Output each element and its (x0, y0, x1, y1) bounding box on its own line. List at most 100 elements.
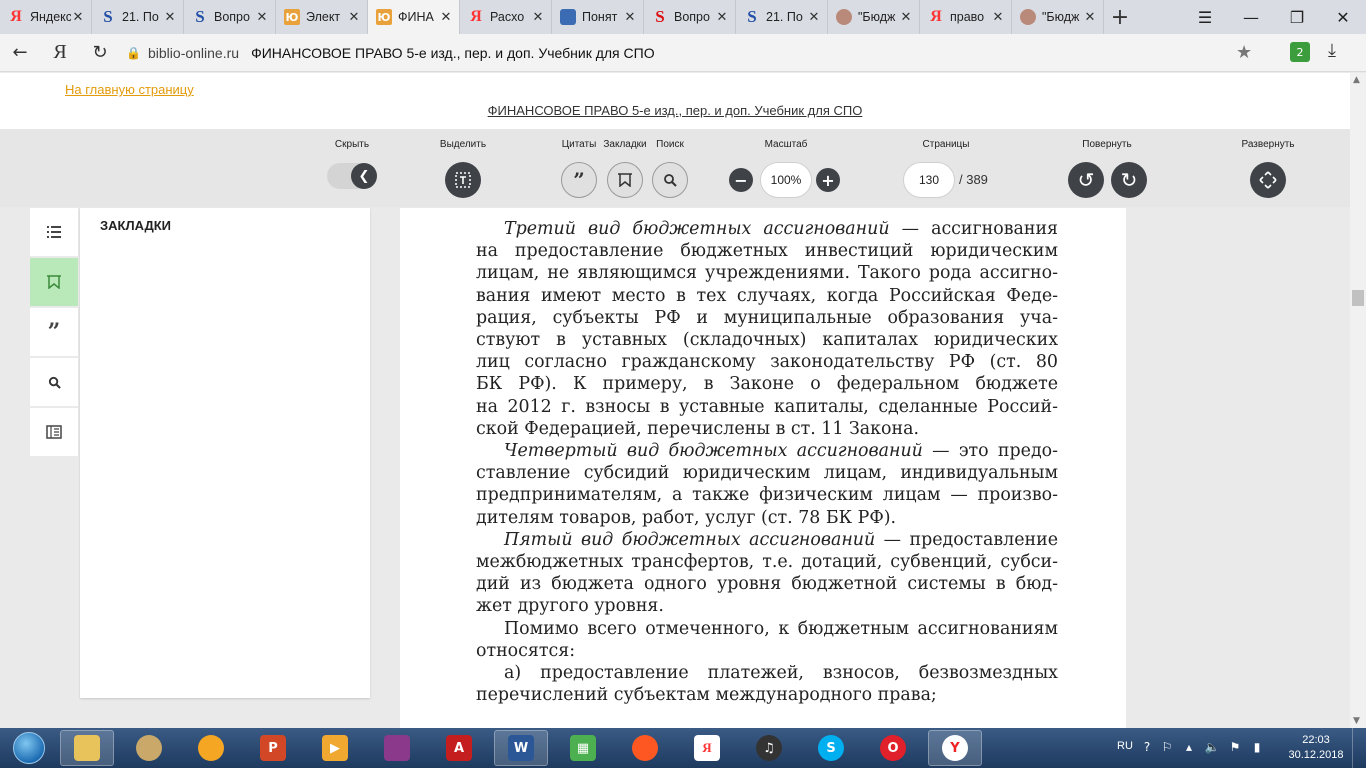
zoom-in-button[interactable]: + (816, 168, 840, 192)
zoom-input[interactable]: 100% (760, 162, 812, 198)
browser-tab[interactable]: "Бюдж ✕ (828, 0, 920, 34)
tab-close-icon[interactable]: ✕ (163, 10, 177, 25)
bookmark-star-icon[interactable]: ★ (1236, 42, 1252, 63)
reader-toolbar: Скрыть Выделить Цитаты Закладки Поиск Ма… (0, 129, 1350, 207)
select-text-button[interactable] (445, 162, 481, 198)
tab-close-icon[interactable]: ✕ (439, 10, 453, 25)
taskbar-pdf[interactable]: A (432, 730, 486, 766)
extension-icon[interactable]: 2 (1290, 42, 1310, 62)
taskbar-opera[interactable]: O (866, 730, 920, 766)
tab-close-icon[interactable]: ✕ (347, 10, 361, 25)
browser-tab[interactable]: Яправо ✕ (920, 0, 1012, 34)
quotes-button[interactable]: ” (561, 162, 597, 198)
show-desktop-button[interactable] (1352, 728, 1366, 768)
address-domain[interactable]: biblio-online.ru (148, 45, 239, 61)
hide-panel-toggle[interactable]: ❮ (327, 163, 377, 189)
scroll-down-icon[interactable]: ▼ (1353, 716, 1360, 726)
side-quotes-button[interactable]: ” (30, 308, 78, 356)
tab-favicon-icon (560, 9, 576, 25)
language-indicator[interactable]: RU (1117, 740, 1133, 752)
tab-close-icon[interactable]: ✕ (623, 10, 637, 25)
browser-tab[interactable]: S 21. По ✕ (92, 0, 184, 34)
reload-icon[interactable]: ↻ (80, 34, 120, 72)
headphones-icon: ♫ (756, 735, 782, 761)
chevron-left-icon: ❮ (351, 163, 377, 189)
text-line: Помимо всего отмеченного, к бюджетным ас… (504, 618, 1058, 639)
home-link[interactable]: На главную страницу (65, 82, 194, 97)
app-icon (198, 735, 224, 761)
taskbar-explorer[interactable] (60, 730, 114, 766)
taskbar-app-2[interactable] (122, 730, 176, 766)
taskbar-yandex-browser[interactable]: Y (928, 730, 982, 766)
help-icon[interactable]: ? (1140, 740, 1154, 754)
browser-tab[interactable]: "Бюдж ✕ (1012, 0, 1104, 34)
tab-close-icon[interactable]: ✕ (807, 10, 821, 25)
browser-tab[interactable]: Ю ФИНА ✕ (368, 0, 460, 34)
menu-icon[interactable]: ☰ (1182, 0, 1228, 34)
browser-tab[interactable]: S Вопро ✕ (644, 0, 736, 34)
signal-icon[interactable]: ▮ (1250, 740, 1264, 754)
taskbar-audio[interactable]: ♫ (742, 730, 796, 766)
side-bookmarks-button[interactable] (30, 258, 78, 306)
taskbar-app-9[interactable]: ▦ (556, 730, 610, 766)
tab-close-icon[interactable]: ✕ (991, 10, 1005, 25)
browser-tab[interactable]: Ю Элект ✕ (276, 0, 368, 34)
tab-title: Элект (306, 10, 341, 24)
italic-term: Третий вид бюджетных ассигнований (504, 219, 890, 239)
browser-tab[interactable]: Я Яндекс ✕ (0, 0, 92, 34)
page-scrollbar[interactable]: ▲ ▼ (1350, 73, 1366, 728)
zoom-out-button[interactable]: − (729, 168, 753, 192)
tray-network-icon[interactable]: ⚐ (1160, 740, 1174, 754)
tab-close-icon[interactable]: ✕ (255, 10, 269, 25)
yandex-icon[interactable]: Я (40, 34, 80, 72)
close-window-icon[interactable]: ✕ (1320, 0, 1366, 34)
clock[interactable]: 22:03 30.12.2018 (1286, 733, 1346, 763)
text-fragment: — ассигнования (889, 219, 1059, 239)
side-pages-button[interactable] (30, 408, 78, 456)
download-icon[interactable]: ⤓ (1328, 40, 1336, 61)
browser-tab[interactable]: Я Расхо ✕ (460, 0, 552, 34)
pages-label: Страницы (922, 139, 970, 150)
book-title-link[interactable]: ФИНАНСОВОЕ ПРАВО 5-е изд., пер. и доп. У… (0, 103, 1350, 118)
tab-close-icon[interactable]: ✕ (71, 10, 85, 25)
rotate-left-button[interactable]: ↺ (1068, 162, 1104, 198)
taskbar-winrar[interactable] (370, 730, 424, 766)
taskbar-app-10[interactable] (618, 730, 672, 766)
side-search-button[interactable] (30, 358, 78, 406)
quote-icon: ” (47, 319, 61, 345)
browser-tab[interactable]: S 21. По ✕ (736, 0, 828, 34)
text-line: Четвертый вид бюджетных ассигнований — э… (476, 440, 1058, 462)
maximize-icon[interactable]: ❐ (1274, 0, 1320, 34)
scroll-thumb[interactable] (1352, 290, 1364, 306)
volume-icon[interactable]: 🔈 (1205, 740, 1220, 754)
book-icon (46, 425, 62, 439)
rotate-right-button[interactable]: ↻ (1111, 162, 1147, 198)
bookmarks-button[interactable] (607, 162, 643, 198)
taskbar-powerpoint[interactable]: P (246, 730, 300, 766)
taskbar-word[interactable]: W (494, 730, 548, 766)
browser-tab[interactable]: S Вопро ✕ (184, 0, 276, 34)
tab-close-icon[interactable]: ✕ (1083, 10, 1097, 25)
side-toc-button[interactable] (30, 208, 78, 256)
search-button[interactable] (652, 162, 688, 198)
address-page-title[interactable]: ФИНАНСОВОЕ ПРАВО 5-е изд., пер. и доп. У… (251, 45, 655, 61)
page-number-input[interactable]: 130 (903, 162, 955, 198)
browser-tab[interactable]: Понят ✕ (552, 0, 644, 34)
taskbar-media[interactable]: ▶ (308, 730, 362, 766)
taskbar-skype[interactable]: S (804, 730, 858, 766)
start-button[interactable] (4, 730, 54, 766)
tray-expand-icon[interactable]: ▴ (1182, 740, 1196, 754)
tab-close-icon[interactable]: ✕ (899, 10, 913, 25)
bookmark-icon (47, 275, 61, 289)
scroll-up-icon[interactable]: ▲ (1353, 75, 1360, 85)
tab-close-icon[interactable]: ✕ (715, 10, 729, 25)
taskbar-app-3[interactable] (184, 730, 238, 766)
tab-close-icon[interactable]: ✕ (531, 10, 545, 25)
fullscreen-button[interactable] (1250, 162, 1286, 198)
search-icon (664, 174, 677, 187)
flag-icon[interactable]: ⚑ (1228, 740, 1242, 754)
back-icon[interactable]: ← (0, 34, 40, 72)
minimize-icon[interactable]: — (1228, 0, 1274, 34)
new-tab-icon[interactable]: + (1104, 0, 1136, 34)
taskbar-yandex[interactable]: Я (680, 730, 734, 766)
